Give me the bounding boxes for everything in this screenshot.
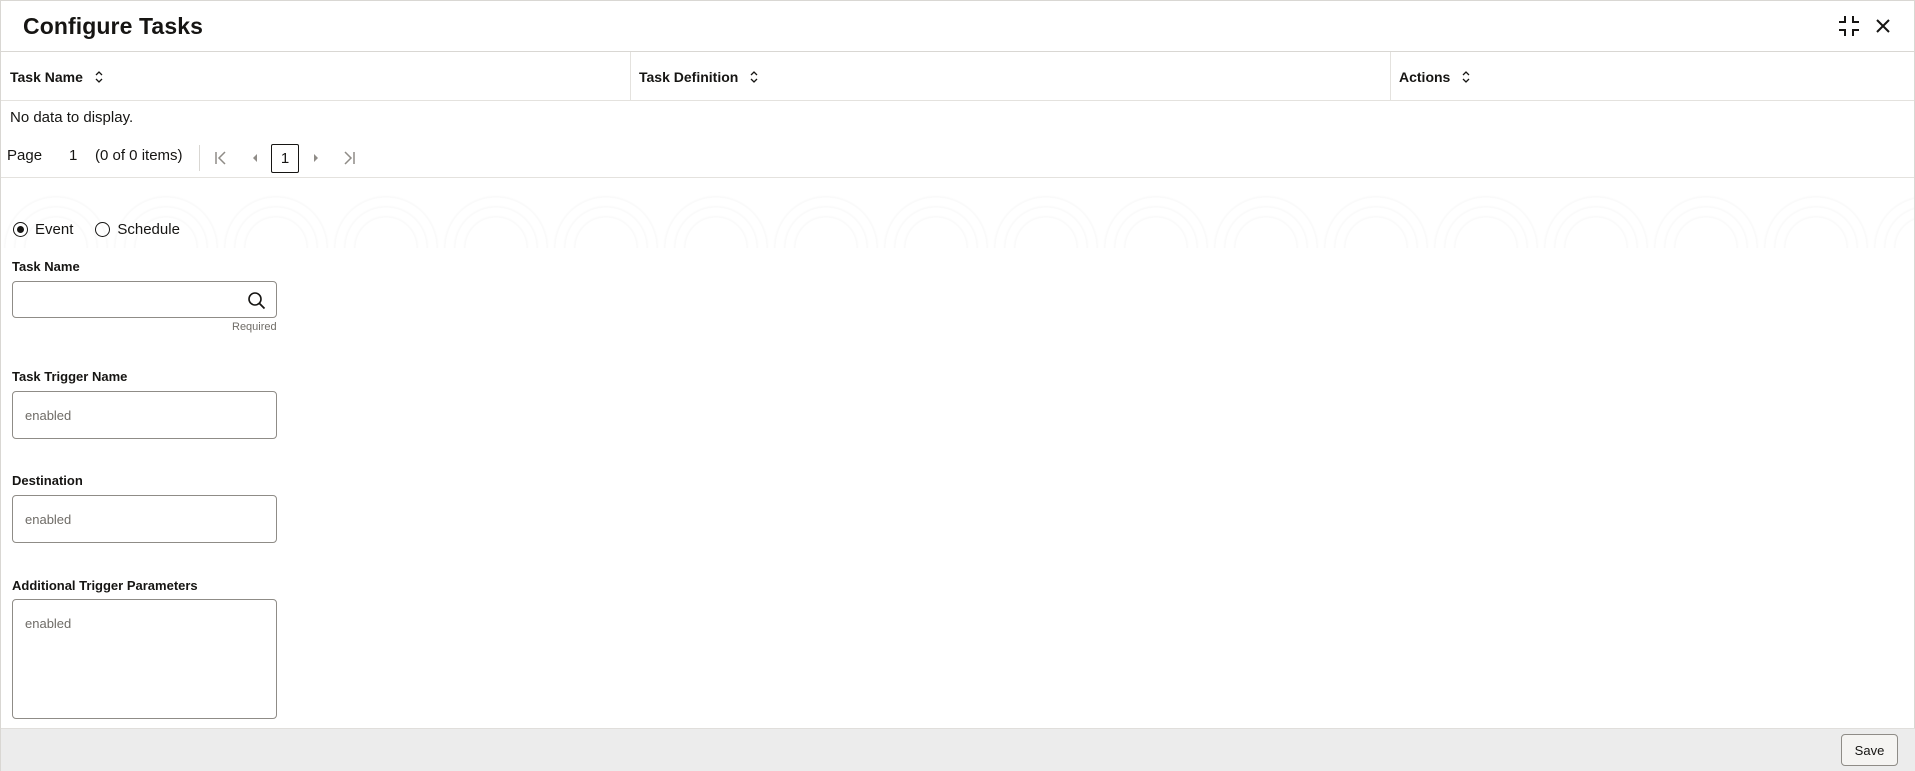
collapse-icon <box>1839 16 1859 36</box>
task-name-search-button[interactable] <box>247 291 266 310</box>
radio-unchecked-icon <box>95 222 111 237</box>
pager-divider <box>199 145 200 171</box>
task-name-label: Task Name <box>12 259 80 274</box>
next-page-icon <box>314 154 318 162</box>
restore-button[interactable] <box>1836 13 1862 39</box>
first-page-button[interactable] <box>212 149 230 167</box>
radio-label: Schedule <box>117 221 180 238</box>
destination-input[interactable] <box>13 496 276 542</box>
previous-page-icon <box>253 154 257 162</box>
save-button[interactable]: Save <box>1841 734 1898 766</box>
column-label: Task Name <box>10 68 83 85</box>
last-page-button[interactable] <box>340 149 358 167</box>
decorative-pattern-band <box>1 178 1914 248</box>
table-header: Task Name Task Definition Actions <box>1 52 1914 101</box>
destination-field[interactable] <box>12 495 277 543</box>
radio-event[interactable]: Event <box>13 221 73 238</box>
previous-page-button[interactable] <box>246 149 264 167</box>
page-number-value: 1 <box>69 147 78 164</box>
search-icon <box>248 292 266 310</box>
items-summary: (0 of 0 items) <box>95 147 183 164</box>
additional-trigger-parameters-field[interactable] <box>12 599 277 719</box>
dialog-header: Configure Tasks <box>1 1 1914 52</box>
task-name-input[interactable] <box>13 282 276 317</box>
sort-icon[interactable] <box>748 70 760 84</box>
additional-trigger-parameters-label: Additional Trigger Parameters <box>12 578 198 593</box>
column-header-actions[interactable]: Actions <box>1390 52 1472 101</box>
current-page-button[interactable]: 1 <box>271 144 299 173</box>
task-name-field[interactable] <box>12 281 277 318</box>
column-header-task-name[interactable]: Task Name <box>1 52 105 101</box>
close-button[interactable] <box>1870 13 1896 39</box>
trigger-type-radio-group: Event Schedule <box>13 221 202 238</box>
column-label: Task Definition <box>639 68 739 85</box>
last-page-icon <box>344 151 355 165</box>
additional-trigger-parameters-textarea[interactable] <box>13 600 276 718</box>
next-page-button[interactable] <box>307 149 325 167</box>
pagination-bar: Page 1 (0 of 0 items) 1 <box>1 141 1914 178</box>
column-label: Actions <box>1399 68 1451 85</box>
task-trigger-name-label: Task Trigger Name <box>12 369 128 384</box>
dialog-title: Configure Tasks <box>23 13 203 39</box>
page-label: Page <box>7 147 43 164</box>
empty-table-message: No data to display. <box>10 109 134 126</box>
required-hint: Required <box>232 321 277 333</box>
sort-icon[interactable] <box>93 70 105 84</box>
first-page-icon <box>215 151 226 165</box>
configure-tasks-dialog: Configure Tasks Task Name Task Definitio… <box>0 0 1915 771</box>
column-header-task-definition[interactable]: Task Definition <box>630 52 760 101</box>
radio-schedule[interactable]: Schedule <box>95 221 180 238</box>
sort-icon[interactable] <box>1460 70 1472 84</box>
dialog-footer: Save <box>1 728 1915 771</box>
task-trigger-name-field[interactable] <box>12 391 277 439</box>
destination-label: Destination <box>12 473 83 488</box>
task-trigger-name-input[interactable] <box>13 392 276 438</box>
radio-checked-icon <box>13 222 28 237</box>
close-icon <box>1876 19 1890 33</box>
radio-label: Event <box>35 221 74 238</box>
